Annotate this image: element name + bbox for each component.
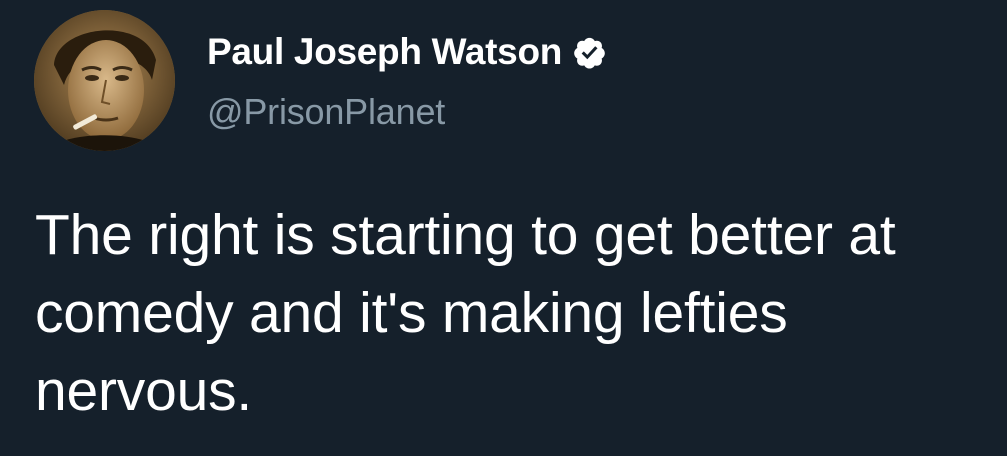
avatar-image	[34, 10, 175, 151]
verified-badge-icon	[572, 35, 607, 70]
display-name[interactable]: Paul Joseph Watson	[207, 31, 562, 73]
avatar[interactable]	[34, 10, 175, 151]
tweet-text: The right is starting to get better at c…	[35, 203, 896, 423]
username-handle[interactable]: @PrisonPlanet	[207, 91, 445, 133]
author-name-row: Paul Joseph Watson	[207, 30, 607, 74]
tweet-card: Paul Joseph Watson @PrisonPlanet The rig…	[0, 0, 1007, 456]
